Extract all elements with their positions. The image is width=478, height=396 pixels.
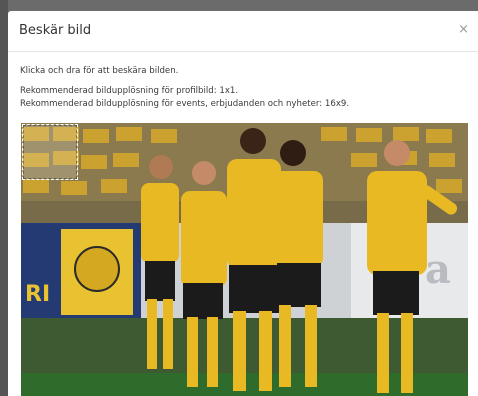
football-team-photo: RI dra [21, 123, 468, 396]
close-icon[interactable]: × [458, 23, 469, 37]
dialog-body: Klicka och dra för att beskära bilden. R… [8, 52, 478, 396]
dialog-header: Beskär bild × [8, 11, 478, 52]
crop-image-dialog: Beskär bild × Klicka och dra för att bes… [8, 11, 478, 396]
crop-selection-box[interactable] [22, 124, 78, 180]
billboard-text: RI [25, 282, 50, 307]
recommended-profile-resolution: Rekommenderad bildupplösning för profilb… [20, 86, 239, 96]
dialog-title: Beskär bild [19, 23, 92, 38]
page-background-edge [0, 0, 8, 396]
crop-image[interactable]: RI dra [21, 123, 468, 396]
crop-instruction: Klicka och dra för att beskära bilden. [20, 66, 179, 76]
recommended-events-resolution: Rekommenderad bildupplösning för events,… [20, 99, 350, 109]
